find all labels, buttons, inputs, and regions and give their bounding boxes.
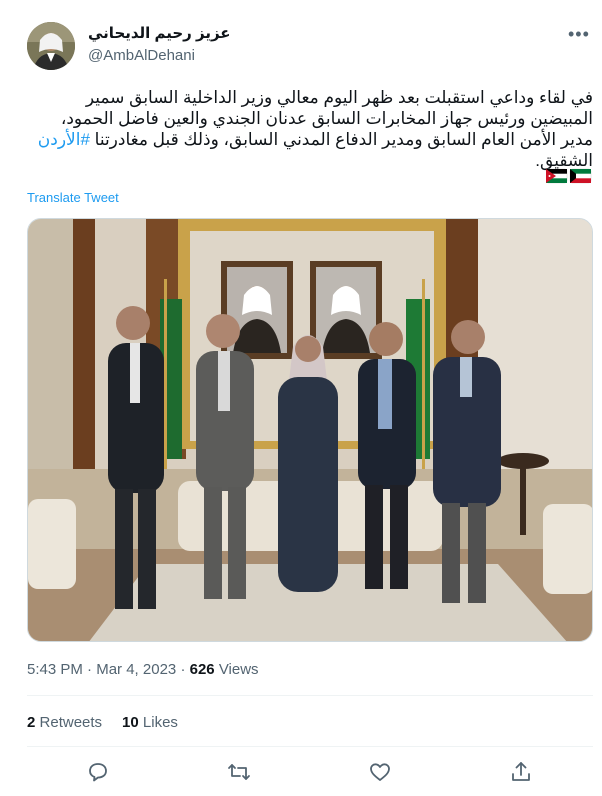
tweet-photo[interactable]	[27, 218, 593, 642]
likes-label: Likes	[142, 714, 178, 731]
views-count: 626	[189, 661, 215, 678]
tweet-card: عزيز رحيم الديحاني @AmbAlDehani ••• في ل…	[0, 0, 602, 796]
tweet-text-body: في لقاء وداعي استقبلت بعد ظهر اليوم معال…	[60, 88, 593, 149]
translate-tweet-link[interactable]: Translate Tweet	[27, 190, 119, 205]
views-label: Views	[218, 661, 259, 678]
share-icon[interactable]	[509, 760, 533, 784]
tweet-meta: 5:43 PM · Mar 4, 2023 · 626 Views	[27, 661, 259, 678]
kuwait-flag	[569, 168, 592, 184]
likes-count: 10	[122, 714, 139, 731]
retweets-count: 2	[27, 714, 36, 731]
likes-stat[interactable]: 10 Likes	[122, 714, 178, 731]
divider	[27, 695, 593, 696]
tweet-time[interactable]: 5:43 PM	[27, 661, 83, 678]
more-options-icon[interactable]: •••	[568, 24, 590, 45]
flag-emojis	[545, 168, 592, 184]
hashtag-link[interactable]: #الأردن	[38, 130, 90, 149]
meta-separator: ·	[87, 661, 93, 678]
retweets-label: Retweets	[39, 714, 103, 731]
reply-icon[interactable]	[86, 760, 110, 784]
author-name[interactable]: عزيز رحيم الديحاني	[88, 24, 231, 42]
divider	[27, 746, 593, 747]
jordan-flag	[545, 168, 568, 184]
author-handle[interactable]: @AmbAlDehani	[88, 47, 195, 64]
tweet-text: في لقاء وداعي استقبلت بعد ظهر اليوم معال…	[27, 87, 593, 171]
tweet-stats: 2 Retweets 10 Likes	[27, 714, 178, 731]
meta-separator-2: ·	[180, 661, 186, 678]
retweet-icon[interactable]	[227, 760, 251, 784]
retweets-stat[interactable]: 2 Retweets	[27, 714, 102, 731]
tweet-date[interactable]: Mar 4, 2023	[96, 661, 176, 678]
like-icon[interactable]	[368, 760, 392, 784]
avatar[interactable]	[27, 22, 75, 70]
